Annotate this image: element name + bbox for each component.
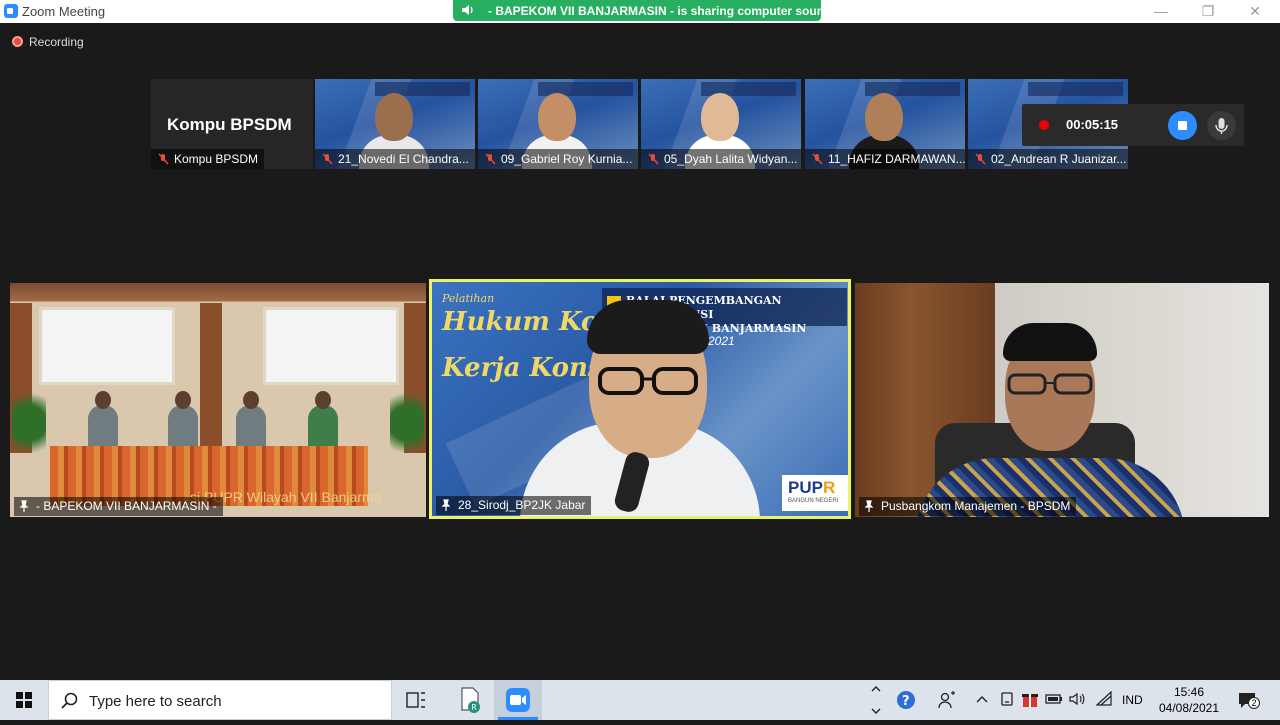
participant-thumbnail[interactable]: 09_Gabriel Roy Kurnia... — [478, 79, 638, 169]
recording-dot-icon — [12, 36, 23, 47]
speaker-icon — [462, 5, 473, 15]
participant-thumbnail[interactable]: 21_Novedi El Chandra... — [315, 79, 475, 169]
microphone-button[interactable] — [1207, 111, 1236, 140]
muted-mic-icon — [648, 153, 659, 165]
tray-scroll-icon[interactable] — [870, 683, 882, 717]
maximize-button[interactable]: ❐ — [1197, 2, 1219, 20]
chevron-up-icon[interactable] — [975, 692, 989, 706]
clock-time: 15:46 — [1173, 685, 1205, 699]
taskbar-file-app[interactable]: R — [446, 680, 494, 720]
taskbar-zoom-app[interactable] — [494, 680, 542, 720]
zoom-app-icon — [4, 4, 18, 18]
close-button[interactable]: ✕ — [1244, 2, 1266, 20]
participant-thumbnail[interactable]: 05_Dyah Lalita Widyan... — [641, 79, 801, 169]
task-view-button[interactable] — [392, 680, 440, 720]
minimize-button[interactable]: — — [1150, 2, 1172, 20]
video-tile[interactable]: si PUPR Wilayah VII Banjarma - BAPEKOM V… — [10, 283, 426, 517]
stop-recording-button[interactable] — [1168, 111, 1197, 140]
document-icon: R — [461, 687, 480, 713]
video-tile[interactable]: Pusbangkom Manajemen - BPSDM — [855, 283, 1269, 517]
gift-icon[interactable] — [1020, 689, 1040, 709]
recording-control-panel: 00:05:15 — [1022, 104, 1244, 146]
search-placeholder: Type here to search — [89, 693, 222, 710]
clock-date: 04/08/2021 — [1158, 701, 1220, 715]
pupr-logo: PUPR BANGUN NEGERI — [782, 475, 848, 511]
pin-icon — [441, 499, 451, 511]
microphone-icon — [1215, 118, 1228, 134]
window-title: Zoom Meeting — [22, 4, 106, 19]
muted-mic-icon — [975, 153, 986, 165]
pin-icon — [864, 500, 874, 512]
recording-dot-icon — [1039, 120, 1049, 130]
recording-timer: 00:05:15 — [1066, 117, 1119, 132]
slide-year: 2021 — [708, 334, 735, 348]
action-center-button[interactable]: 2 — [1234, 688, 1260, 712]
wifi-icon[interactable] — [1095, 691, 1113, 707]
svg-text:R: R — [471, 703, 477, 712]
participant-thumbnail[interactable]: 11_HAFIZ DARMAWAN... — [805, 79, 965, 169]
zoom-icon — [506, 688, 530, 712]
share-banner[interactable]: - BAPEKOM VII BANJARMASIN - is sharing c… — [453, 0, 831, 21]
search-icon — [61, 692, 78, 709]
help-icon[interactable]: ? — [896, 690, 916, 710]
recording-indicator: Recording — [12, 35, 84, 49]
taskbar-clock[interactable]: 15:46 04/08/2021 — [1150, 684, 1228, 716]
svg-text:?: ? — [902, 694, 910, 709]
recording-label: Recording — [29, 35, 84, 49]
tile-name-label: - BAPEKOM VII BANJARMASIN - — [14, 497, 223, 516]
windows-logo-icon — [16, 692, 32, 708]
share-banner-text: - BAPEKOM VII BANJARMASIN - is sharing c… — [488, 4, 832, 18]
start-button[interactable] — [0, 680, 48, 720]
participant-name-label: Kompu BPSDM — [151, 149, 265, 169]
participant-name-label: 21_Novedi El Chandra... — [315, 149, 475, 169]
participant-name-label: 05_Dyah Lalita Widyan... — [641, 149, 801, 169]
muted-mic-icon — [812, 153, 823, 165]
active-speaker-tile[interactable]: Pelatihan Hukum Kontrak Kerja Konstruksi… — [429, 279, 851, 519]
participant-name-label: 11_HAFIZ DARMAWAN... — [805, 149, 965, 169]
muted-mic-icon — [158, 153, 169, 165]
pin-icon — [19, 500, 29, 512]
input-language[interactable]: IND — [1122, 693, 1143, 707]
tile-name-label: 28_Sirodj_BP2JK Jabar — [436, 496, 592, 515]
participant-display-name: Kompu BPSDM — [167, 115, 292, 134]
taskbar-search-box[interactable]: Type here to search — [48, 680, 392, 720]
windows-taskbar: Type here to search R ? IND 15:46 04/08/… — [0, 680, 1280, 720]
participant-name-label: 02_Andrean R Juanizar... — [968, 149, 1128, 169]
people-icon[interactable] — [937, 690, 957, 710]
muted-mic-icon — [485, 153, 496, 165]
notification-count: 2 — [1248, 697, 1260, 709]
task-view-icon — [406, 692, 425, 708]
tile-name-label: Pusbangkom Manajemen - BPSDM — [859, 497, 1077, 516]
participant-thumbnail[interactable]: Kompu BPSDM Kompu BPSDM — [151, 79, 313, 169]
battery-icon[interactable] — [1045, 692, 1063, 706]
muted-mic-icon — [322, 153, 333, 165]
tray-device-icon[interactable] — [999, 691, 1015, 707]
participant-name-label: 09_Gabriel Roy Kurnia... — [478, 149, 638, 169]
volume-icon[interactable] — [1069, 691, 1087, 707]
